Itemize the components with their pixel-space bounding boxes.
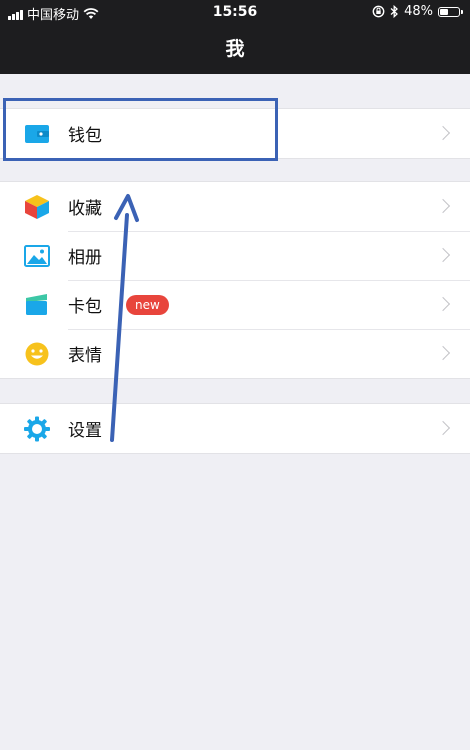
battery-percent: 48% xyxy=(404,4,433,19)
battery-level-fill xyxy=(440,8,448,15)
menu-item-label: 钱包 xyxy=(68,126,102,146)
bluetooth-icon xyxy=(390,5,399,18)
favorites-cube-icon xyxy=(23,194,51,220)
chevron-right-icon xyxy=(435,198,451,213)
album-picture-icon xyxy=(23,243,51,269)
menu-item-album[interactable]: 相册 xyxy=(0,231,470,280)
menu-item-stickers[interactable]: 表情 xyxy=(0,329,470,378)
menu-item-wallet[interactable]: 钱包 xyxy=(0,109,470,158)
wallet-icon xyxy=(23,121,51,147)
chevron-right-icon xyxy=(435,420,451,435)
menu-item-label: 收藏 xyxy=(68,199,102,219)
chevron-right-icon xyxy=(435,247,451,262)
menu-group-wallet: 钱包 xyxy=(0,108,470,159)
new-badge: new xyxy=(126,294,169,315)
chevron-right-icon xyxy=(435,125,451,140)
status-bar: 中国移动 15:56 48% xyxy=(0,0,470,24)
card-pack-icon xyxy=(23,292,51,318)
page-title: 我 xyxy=(225,38,245,60)
gear-icon xyxy=(23,416,51,442)
status-right: 48% xyxy=(372,4,463,19)
orientation-lock-icon xyxy=(372,5,385,18)
top-header: 中国移动 15:56 48% 我 xyxy=(0,0,470,74)
menu-item-label: 相册 xyxy=(68,248,102,268)
menu-item-card-pack[interactable]: 卡包 new xyxy=(0,280,470,329)
menu-item-label: 设置 xyxy=(68,421,102,441)
battery-icon xyxy=(438,6,463,17)
smiley-icon xyxy=(23,341,51,367)
menu-item-label: 卡包 xyxy=(68,297,102,317)
menu-item-favorites[interactable]: 收藏 xyxy=(0,182,470,231)
menu-group-content: 收藏 相册 卡包 new 表情 xyxy=(0,181,470,379)
menu-group-settings: 设置 xyxy=(0,403,470,454)
chevron-right-icon xyxy=(435,345,451,360)
menu-item-settings[interactable]: 设置 xyxy=(0,404,470,453)
menu-item-label: 表情 xyxy=(68,346,102,366)
chevron-right-icon xyxy=(435,296,451,311)
